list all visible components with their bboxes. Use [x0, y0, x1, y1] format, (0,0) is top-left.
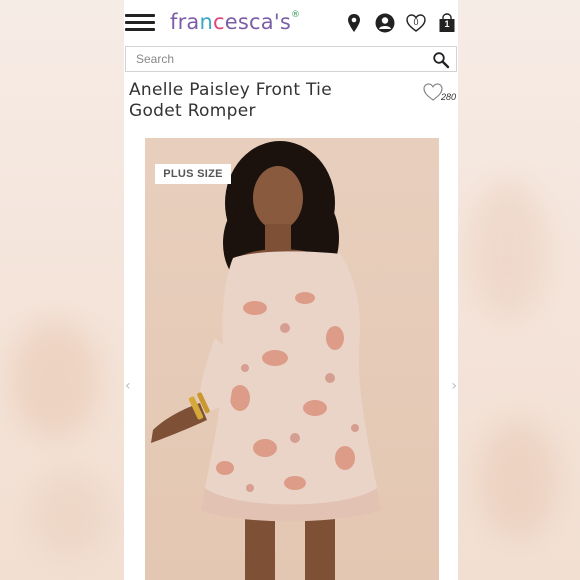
- model-photo-illustration: [151, 141, 381, 580]
- favorites-count: 280: [440, 92, 456, 102]
- product-title: Anelle Paisley Front Tie Godet Romper: [129, 80, 379, 122]
- wishlist-count: 0: [413, 17, 419, 27]
- carousel-prev-arrow[interactable]: ‹: [125, 378, 131, 394]
- carousel-next-arrow[interactable]: ›: [451, 378, 457, 394]
- product-image[interactable]: PLUS SIZE: [145, 138, 439, 580]
- wishlist-heart-icon[interactable]: 0: [405, 12, 427, 34]
- menu-icon[interactable]: [125, 14, 155, 32]
- search-icon[interactable]: [432, 51, 450, 69]
- location-pin-icon[interactable]: [343, 12, 365, 34]
- product-title-line-2: Godet Romper: [129, 101, 256, 121]
- search-bar: [125, 46, 457, 72]
- header-icons: 0 1: [334, 12, 458, 34]
- account-icon[interactable]: [374, 12, 396, 34]
- blurred-background-left: [0, 0, 124, 580]
- product-title-line-1: Anelle Paisley Front Tie: [129, 80, 332, 100]
- shopping-bag-icon[interactable]: 1: [436, 12, 458, 34]
- phone-screen: francesca's® 0 1 Anelle Paisley Front: [124, 0, 458, 580]
- plus-size-badge: PLUS SIZE: [155, 164, 231, 184]
- blurred-background-right: [458, 0, 580, 580]
- site-header: francesca's® 0 1: [124, 0, 458, 46]
- site-logo[interactable]: francesca's®: [170, 10, 300, 34]
- search-input[interactable]: [126, 47, 416, 71]
- bag-count: 1: [444, 19, 450, 29]
